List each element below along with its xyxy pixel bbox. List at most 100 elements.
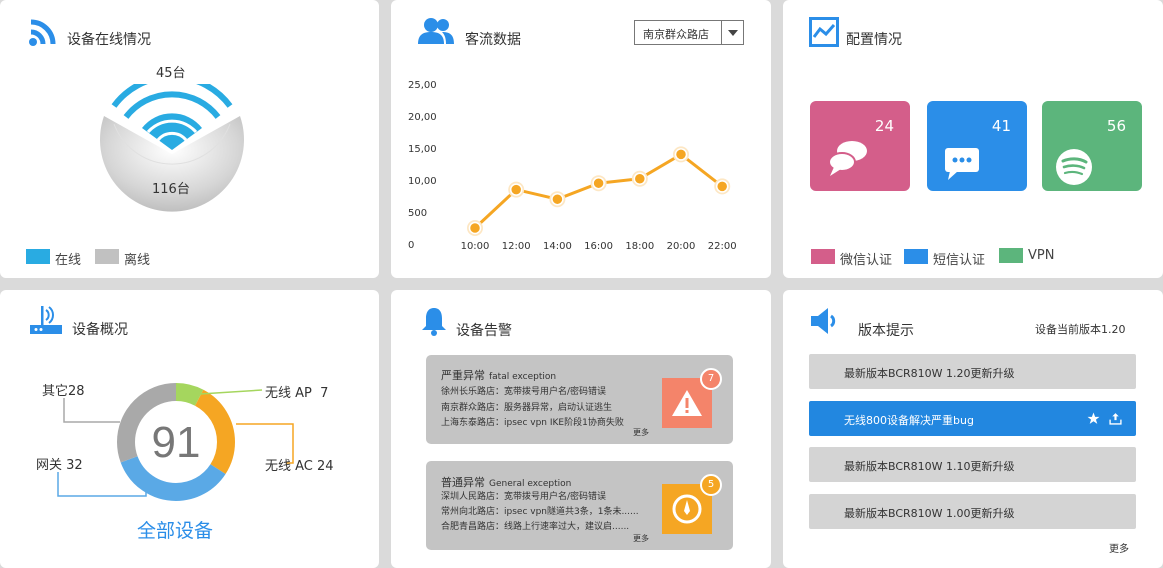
alarm-line: 徐州长乐路店：宽带拨号用户名/密码错误 — [441, 387, 607, 397]
card-title: 配置情况 — [846, 32, 902, 48]
legend-swatch-offline — [95, 249, 119, 264]
fatal-alarm-panel[interactable]: 严重异常 fatal exception 徐州长乐路店：宽带拨号用户名/密码错误 … — [426, 355, 733, 444]
legend-label-offline: 离线 — [124, 253, 151, 268]
alarm-title-cn: 严重异常 — [441, 369, 485, 382]
traffic-card: 客流数据 南京群众路店 0 500 10,00 15,00 20,00 25,00 10:0… — [391, 0, 771, 278]
compass-icon-box: 5 — [662, 474, 722, 534]
line-chart-icon — [809, 17, 839, 47]
data-point — [592, 176, 605, 190]
upload-icon[interactable] — [1109, 412, 1122, 425]
device-overview-card: 设备概况 91 无线 AP 7 无线 AC 24 网关 32 其它28 全部设备 — [0, 290, 379, 568]
data-point — [633, 172, 647, 185]
chevron-down-icon[interactable] — [727, 29, 739, 37]
offline-count: 116台 — [152, 182, 190, 197]
card-title: 设备在线情况 — [67, 32, 151, 48]
all-devices-link[interactable]: 全部设备 — [137, 516, 213, 543]
online-offline-bowl — [100, 84, 244, 212]
x-tick-label: 20:00 — [667, 241, 696, 252]
spotify-vpn-icon — [1056, 149, 1092, 185]
x-tick-label: 22:00 — [708, 241, 737, 252]
alarm-count-badge: 5 — [700, 474, 722, 496]
legend-label-vpn: VPN — [1028, 248, 1055, 263]
alarm-line: 深圳人民路店：宽带拨号用户名/密码错误 — [441, 492, 607, 502]
tile-count: 41 — [991, 117, 1011, 135]
sms-auth-tile[interactable]: 41 — [927, 101, 1027, 191]
general-alarm-panel[interactable]: 普通异常 General exception 深圳人民路店：宽带拨号用户名/密码错… — [426, 461, 733, 550]
more-link[interactable]: 更多 — [633, 533, 649, 544]
version-item-label: 最新版本BCR810W 1.00更新升级 — [844, 507, 1015, 520]
warning-icon-box: 7 — [662, 368, 722, 428]
version-item-label: 最新版本BCR810W 1.10更新升级 — [844, 460, 1015, 473]
version-card: 版本提示 设备当前版本1.20 最新版本BCR810W 1.20更新升级 无线8… — [783, 290, 1163, 568]
version-item[interactable]: 最新版本BCR810W 1.10更新升级 — [809, 447, 1136, 482]
online-count: 45台 — [156, 66, 186, 81]
version-item[interactable]: 最新版本BCR810W 1.00更新升级 — [809, 494, 1136, 529]
more-link[interactable]: 更多 — [633, 427, 649, 438]
y-tick-label: 500 — [408, 208, 427, 219]
alarm-title-en: fatal exception — [489, 372, 557, 382]
more-link[interactable]: 更多 — [1109, 540, 1129, 555]
alarm-line: 南京群众路店：服务器异常，启动认证逃生 — [441, 403, 613, 413]
config-card: 配置情况 24 41 56 微信认证 短信认证 VPN — [783, 0, 1163, 278]
bell-icon — [422, 308, 446, 336]
speaker-icon — [811, 308, 836, 334]
x-tick-label: 18:00 — [625, 241, 654, 252]
leader-line — [199, 389, 263, 395]
y-tick-label: 10,00 — [408, 176, 437, 187]
data-point — [551, 192, 564, 206]
version-item-label: 最新版本BCR810W 1.20更新升级 — [844, 367, 1015, 380]
devices-online-card: 设备在线情况 45台 116台 在线 离线 — [0, 0, 379, 278]
tile-count: 56 — [1106, 117, 1126, 135]
alarm-count-badge: 7 — [700, 368, 722, 390]
x-tick-label: 12:00 — [502, 241, 531, 252]
store-select-value: 南京群众路店 — [643, 28, 709, 41]
legend-swatch-online — [26, 249, 50, 264]
donut-total: 91 — [151, 418, 201, 467]
y-tick-label: 0 — [408, 240, 414, 251]
alarm-line: 常州向北路店：ipsec vpn隧道共3条，1条未...... — [441, 507, 639, 517]
data-point — [674, 148, 688, 161]
legend-swatch-vpn — [999, 248, 1023, 263]
legend-swatch-wechat — [811, 249, 835, 264]
card-title: 客流数据 — [465, 32, 521, 48]
y-tick-label: 25,00 — [408, 80, 437, 91]
label-wireless-ac: 无线 AC 24 — [265, 459, 334, 474]
alarm-line: 上海东泰路店：ipsec vpn IKE阶段1协商失败 — [441, 418, 624, 428]
alarm-title-cn: 普通异常 — [441, 476, 485, 489]
data-point — [715, 180, 729, 193]
alarm-title: 普通异常 General exception — [441, 474, 571, 490]
label-other: 其它28 — [42, 384, 85, 399]
legend-label-wechat: 微信认证 — [840, 253, 893, 268]
device-alarm-card: 设备告警 严重异常 fatal exception 徐州长乐路店：宽带拨号用户名/… — [391, 290, 771, 568]
warning-icon — [672, 390, 702, 416]
legend-label-sms: 短信认证 — [933, 253, 986, 268]
version-item-label: 无线800设备解决严重bug — [844, 414, 974, 427]
store-select[interactable]: 南京群众路店 — [634, 20, 744, 45]
alarm-line: 合肥青昌路店：线路上行速率过大，建议启...... — [441, 522, 630, 532]
alarm-title-en: General exception — [489, 479, 572, 489]
traffic-line-chart: 0 500 10,00 15,00 20,00 25,00 10:00 12:00 14:00 1… — [408, 80, 737, 252]
wechat-auth-tile[interactable]: 24 — [810, 101, 910, 191]
sms-message-icon — [945, 148, 979, 180]
wechat-chat-icon — [828, 141, 867, 176]
x-tick-label: 16:00 — [584, 241, 613, 252]
data-point — [509, 183, 523, 196]
star-icon[interactable] — [1087, 412, 1100, 425]
label-gateway: 网关 32 — [36, 458, 83, 473]
leader-line — [63, 398, 120, 423]
compass-icon — [672, 494, 702, 524]
legend-label-online: 在线 — [55, 253, 82, 268]
wifi-signal-icon — [29, 19, 56, 46]
alarm-title: 严重异常 fatal exception — [441, 367, 556, 383]
x-tick-label: 10:00 — [461, 241, 490, 252]
vpn-tile[interactable]: 56 — [1042, 101, 1142, 191]
y-tick-label: 20,00 — [408, 112, 437, 123]
current-version: 设备当前版本1.20 — [1035, 323, 1126, 336]
legend-swatch-sms — [904, 249, 928, 264]
card-title: 设备告警 — [456, 323, 512, 339]
version-item-active[interactable]: 无线800设备解决严重bug — [809, 401, 1136, 436]
data-point — [468, 221, 482, 235]
version-item[interactable]: 最新版本BCR810W 1.20更新升级 — [809, 354, 1136, 389]
label-wireless-ap: 无线 AP 7 — [265, 386, 329, 401]
y-tick-label: 15,00 — [408, 144, 437, 155]
